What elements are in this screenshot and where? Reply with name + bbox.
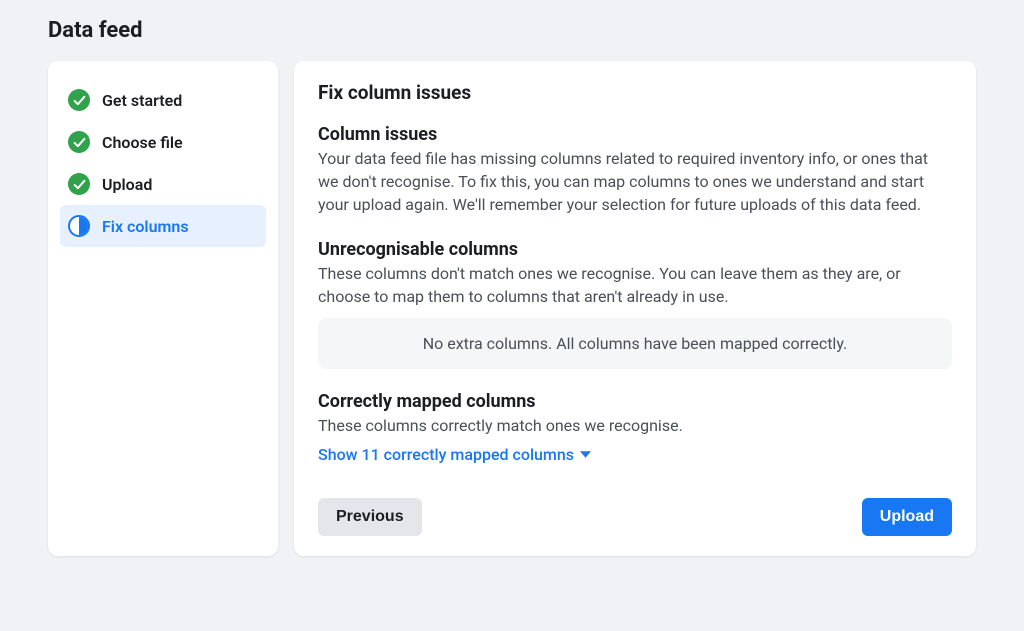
footer-actions: Previous Upload (318, 486, 952, 536)
check-icon (68, 131, 90, 153)
sidebar: Get started Choose file Upload Fix (48, 61, 278, 556)
section-heading: Unrecognisable columns (318, 239, 952, 260)
section-description: These columns don't match ones we recogn… (318, 262, 952, 308)
step-label: Fix columns (102, 217, 189, 236)
step-label: Choose file (102, 133, 183, 152)
step-label: Upload (102, 175, 152, 194)
step-choose-file[interactable]: Choose file (60, 121, 266, 163)
step-upload[interactable]: Upload (60, 163, 266, 205)
main-title: Fix column issues (318, 81, 952, 104)
show-mapped-columns-link[interactable]: Show 11 correctly mapped columns (318, 445, 591, 464)
section-heading: Column issues (318, 124, 952, 145)
step-list: Get started Choose file Upload Fix (60, 79, 266, 247)
show-link-text: Show 11 correctly mapped columns (318, 445, 574, 464)
layout: Get started Choose file Upload Fix (48, 61, 976, 556)
check-icon (68, 173, 90, 195)
page-title: Data feed (48, 18, 976, 43)
section-description: These columns correctly match ones we re… (318, 414, 952, 437)
previous-button[interactable]: Previous (318, 498, 422, 536)
check-icon (68, 89, 90, 111)
caret-down-icon (580, 449, 591, 460)
step-get-started[interactable]: Get started (60, 79, 266, 121)
info-box: No extra columns. All columns have been … (318, 318, 952, 369)
step-label: Get started (102, 91, 182, 110)
section-unrecognisable: Unrecognisable columns These columns don… (318, 239, 952, 369)
section-correctly-mapped: Correctly mapped columns These columns c… (318, 391, 952, 464)
section-description: Your data feed file has missing columns … (318, 147, 952, 217)
upload-button[interactable]: Upload (862, 498, 952, 536)
half-circle-icon (68, 215, 90, 237)
main-panel: Fix column issues Column issues Your dat… (294, 61, 976, 556)
section-heading: Correctly mapped columns (318, 391, 952, 412)
step-fix-columns[interactable]: Fix columns (60, 205, 266, 247)
section-column-issues: Column issues Your data feed file has mi… (318, 124, 952, 217)
